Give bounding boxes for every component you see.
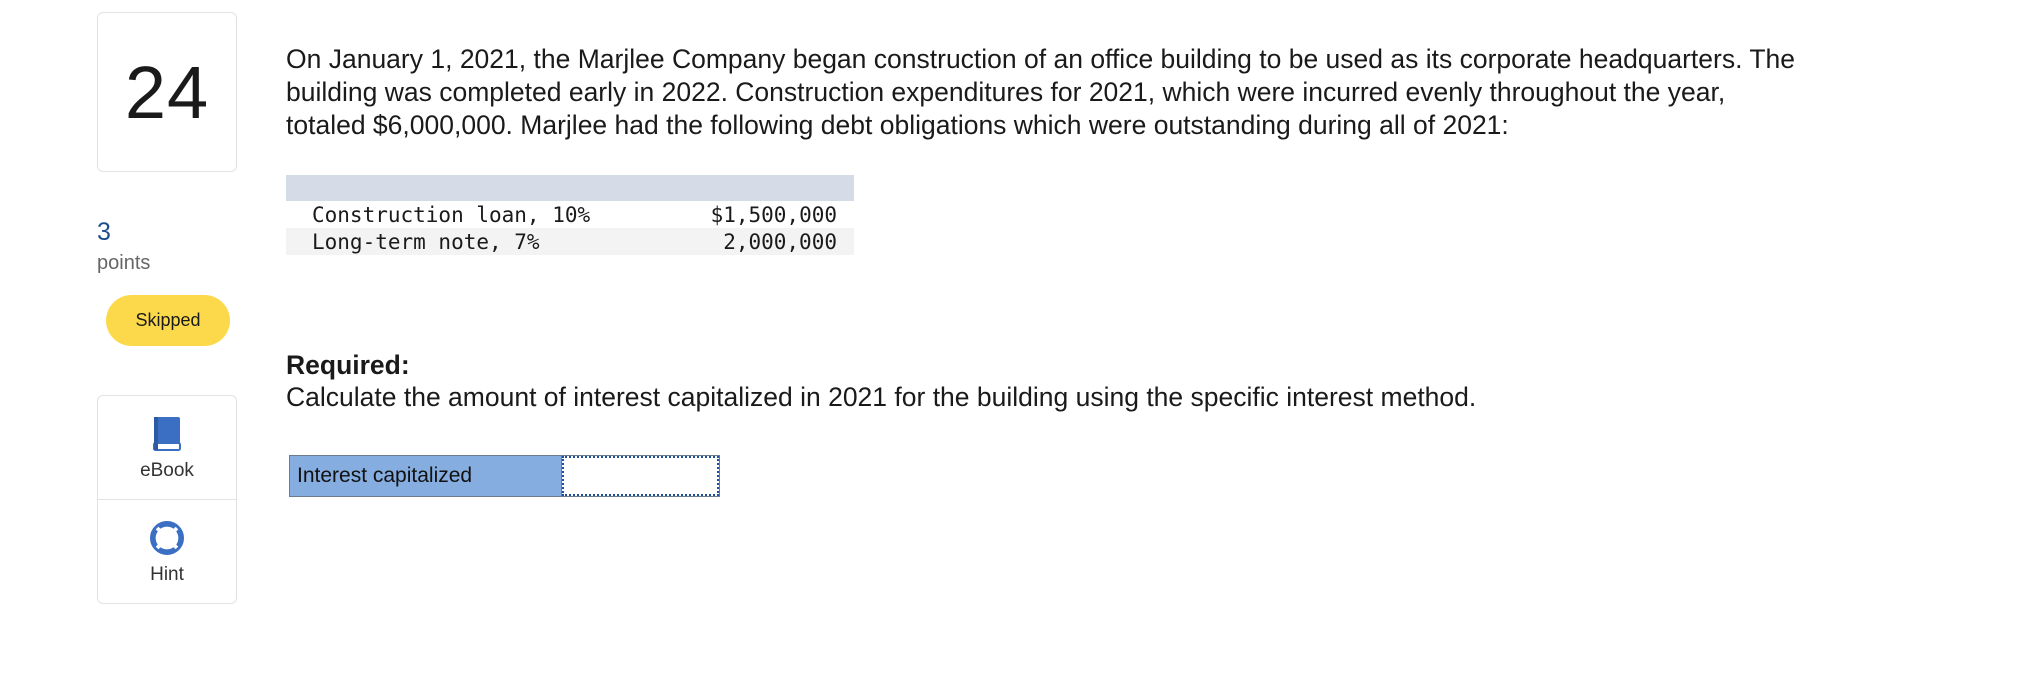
debt-label: Construction loan, 10% bbox=[312, 202, 591, 227]
table-row: Long-term note, 7% 2,000,000 bbox=[286, 228, 854, 255]
debt-label: Long-term note, 7% bbox=[312, 229, 540, 254]
table-row: Construction loan, 10% $1,500,000 bbox=[286, 201, 854, 228]
points-label: points bbox=[97, 252, 151, 274]
debt-amount: $1,500,000 bbox=[710, 202, 837, 227]
question-number: 24 bbox=[124, 50, 210, 134]
lifebuoy-icon bbox=[150, 521, 184, 555]
debt-amount: 2,000,000 bbox=[723, 229, 837, 254]
answer-label: Interest capitalized bbox=[290, 456, 562, 496]
answer-row: Interest capitalized bbox=[289, 455, 720, 497]
book-icon bbox=[153, 417, 181, 451]
hint-label: Hint bbox=[150, 564, 184, 585]
required-title: Required: bbox=[286, 350, 410, 380]
prompt-line: On January 1, 2021, the Marjlee Company … bbox=[286, 44, 1795, 74]
prompt-line: building was completed early in 2022. Co… bbox=[286, 77, 1726, 107]
debt-table: Construction loan, 10% $1,500,000 Long-t… bbox=[286, 175, 854, 255]
tools-panel: eBook Hint bbox=[97, 395, 237, 604]
question-prompt: On January 1, 2021, the Marjlee Company … bbox=[286, 43, 1926, 142]
status-badge: Skipped bbox=[106, 295, 230, 346]
points-value: 3 bbox=[97, 218, 111, 246]
question-number-box: 24 bbox=[97, 12, 237, 172]
ebook-button[interactable]: eBook bbox=[98, 396, 236, 500]
table-header bbox=[286, 175, 854, 201]
hint-button[interactable]: Hint bbox=[98, 500, 236, 604]
prompt-line: totaled $6,000,000. Marjlee had the foll… bbox=[286, 110, 1509, 140]
required-text: Calculate the amount of interest capital… bbox=[286, 382, 1477, 412]
interest-capitalized-input[interactable] bbox=[562, 456, 719, 496]
question-page: 24 3 points Skipped eBook Hint On Januar… bbox=[0, 0, 2022, 682]
ebook-label: eBook bbox=[140, 460, 194, 481]
